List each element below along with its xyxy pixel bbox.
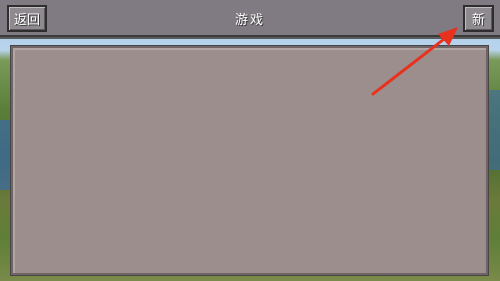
new-world-button[interactable]: 新 [463,5,494,32]
top-bar: 返回 游戏 新 [0,0,500,39]
world-list-panel[interactable] [11,46,488,275]
back-button[interactable]: 返回 [7,5,47,32]
page-title: 游戏 [234,13,265,28]
